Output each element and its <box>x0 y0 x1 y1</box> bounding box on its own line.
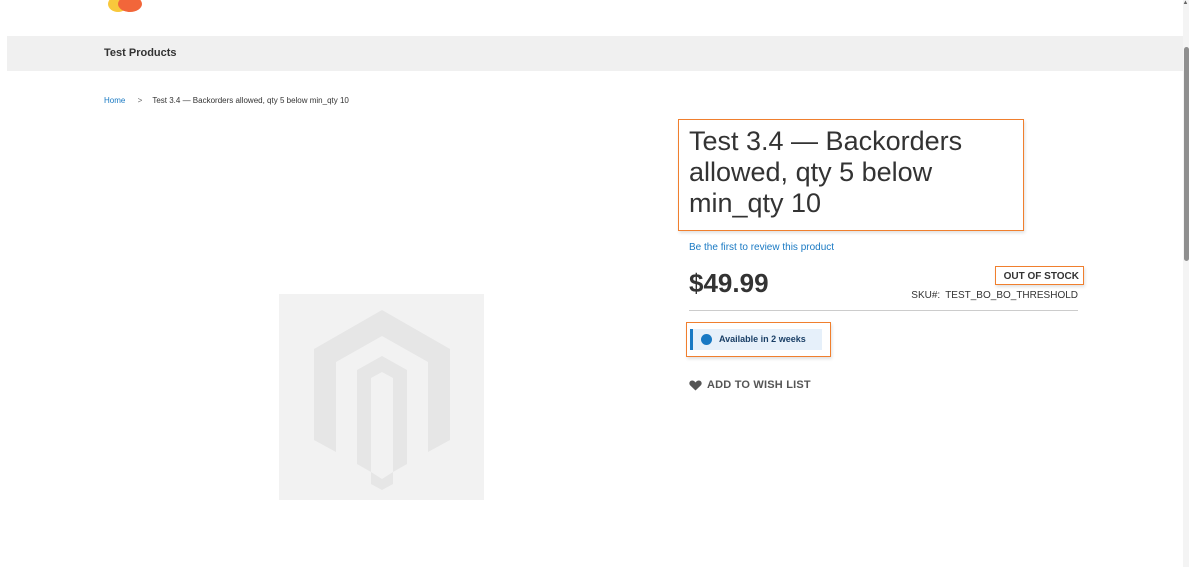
category-nav-bar: Test Products <box>7 36 1183 71</box>
breadcrumb-home-link[interactable]: Home <box>104 96 125 105</box>
chevron-up-icon[interactable]: ▲ <box>1182 0 1189 7</box>
availability-highlight: Available in 2 weeks <box>686 322 831 357</box>
sku-label: SKU#: <box>911 290 941 301</box>
product-price: $49.99 <box>689 268 769 298</box>
heart-icon <box>689 380 702 391</box>
product-sku: SKU#: TEST_BO_BO_THRESHOLD <box>911 290 1078 301</box>
nav-item-test-products[interactable]: Test Products <box>104 47 177 59</box>
breadcrumb: Home > Test 3.4 — Backorders allowed, qt… <box>104 96 349 105</box>
site-logo[interactable] <box>108 0 142 12</box>
availability-notice: Available in 2 weeks <box>690 329 822 350</box>
scrollbar-thumb[interactable] <box>1184 47 1189 261</box>
breadcrumb-current: Test 3.4 — Backorders allowed, qty 5 bel… <box>152 96 349 105</box>
status-dot-icon <box>701 334 712 345</box>
breadcrumb-separator: > <box>137 96 143 105</box>
stock-status: OUT OF STOCK <box>1003 271 1079 282</box>
availability-text: Available in 2 weeks <box>719 334 806 344</box>
magento-placeholder-icon <box>314 310 450 490</box>
product-title-highlight: Test 3.4 — Backorders allowed, qty 5 bel… <box>678 119 1024 231</box>
review-link[interactable]: Be the first to review this product <box>689 242 834 253</box>
sku-value: TEST_BO_BO_THRESHOLD <box>945 290 1078 301</box>
magento-logo-fragment-icon <box>108 0 142 12</box>
stock-status-highlight: OUT OF STOCK <box>995 266 1084 285</box>
product-title: Test 3.4 — Backorders allowed, qty 5 bel… <box>689 126 963 218</box>
info-divider <box>689 310 1078 311</box>
product-image-placeholder[interactable] <box>279 294 484 500</box>
wishlist-label: ADD TO WISH LIST <box>707 379 811 391</box>
